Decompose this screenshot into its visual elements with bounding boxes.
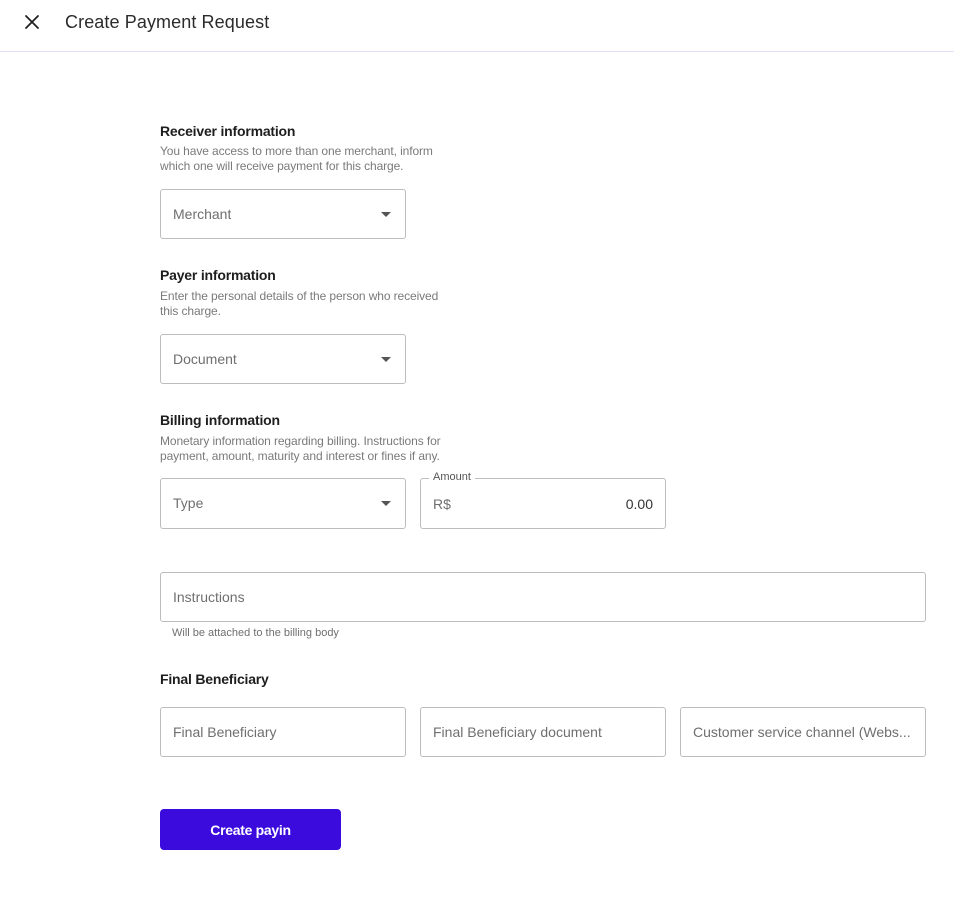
- beneficiary-section-title: Final Beneficiary: [160, 671, 269, 687]
- final-beneficiary-document-input[interactable]: Final Beneficiary document: [420, 707, 666, 757]
- type-select[interactable]: Type: [160, 478, 406, 529]
- amount-value: 0.00: [625, 496, 653, 512]
- caret-down-icon: [381, 357, 391, 362]
- close-button[interactable]: [20, 10, 44, 34]
- page-title: Create Payment Request: [65, 12, 270, 32]
- customer-service-channel-input[interactable]: Customer service channel (Webs...: [680, 707, 926, 757]
- merchant-select-placeholder: Merchant: [173, 206, 232, 222]
- instructions-helper-text: Will be attached to the billing body: [172, 627, 339, 639]
- document-select[interactable]: Document: [160, 334, 406, 384]
- payer-section-title: Payer information: [160, 267, 276, 283]
- billing-section-desc-1: Monetary information regarding billing. …: [160, 434, 441, 448]
- merchant-select[interactable]: Merchant: [160, 189, 406, 239]
- instructions-input[interactable]: Instructions: [160, 572, 926, 622]
- receiver-section-desc-2: which one will receive payment for this …: [160, 159, 404, 173]
- receiver-section-desc-1: You have access to more than one merchan…: [160, 144, 433, 158]
- billing-section-title: Billing information: [160, 412, 280, 428]
- caret-down-icon: [381, 212, 391, 217]
- currency-prefix: R$: [433, 496, 451, 512]
- type-select-placeholder: Type: [173, 495, 204, 511]
- final-beneficiary-document-placeholder: Final Beneficiary document: [433, 724, 602, 740]
- create-payin-button[interactable]: Create payin: [160, 809, 341, 850]
- payer-section-desc-1: Enter the personal details of the person…: [160, 289, 439, 303]
- customer-service-channel-placeholder: Customer service channel (Webs...: [693, 724, 911, 740]
- amount-input[interactable]: Amount R$ 0.00: [420, 471, 666, 529]
- final-beneficiary-placeholder: Final Beneficiary: [173, 724, 277, 740]
- billing-section-desc-2: payment, amount, maturity and interest o…: [160, 449, 440, 463]
- payer-section-desc-2: this charge.: [160, 304, 221, 318]
- amount-label: Amount: [429, 471, 475, 483]
- close-icon: [25, 15, 39, 29]
- final-beneficiary-input[interactable]: Final Beneficiary: [160, 707, 406, 757]
- caret-down-icon: [381, 501, 391, 506]
- instructions-placeholder: Instructions: [173, 589, 245, 605]
- top-bar: Create Payment Request: [0, 0, 954, 52]
- document-select-placeholder: Document: [173, 351, 237, 367]
- receiver-section-title: Receiver information: [160, 123, 296, 139]
